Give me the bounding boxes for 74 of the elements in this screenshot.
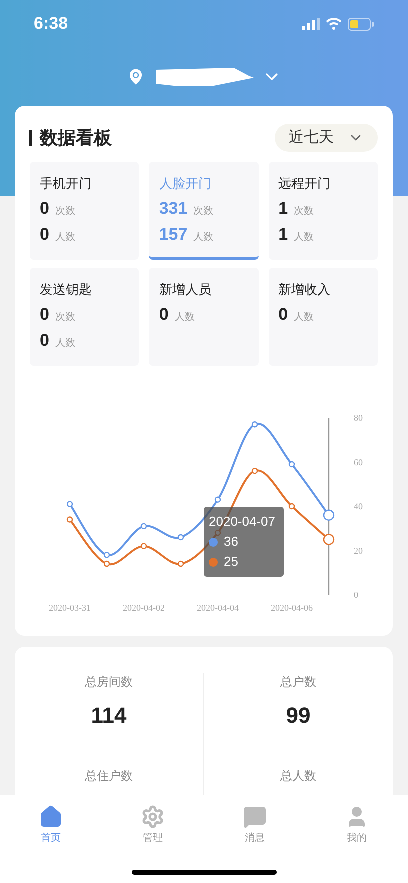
stat-unit: 次数: [55, 310, 76, 324]
highlight-point: [323, 534, 335, 546]
stat-tile[interactable]: 手机开门 0 次数 0 人数: [30, 162, 140, 260]
x-tick-label: 2020-04-06: [271, 603, 313, 613]
chat-bubble-icon: [243, 805, 267, 829]
stat-unit: 人数: [55, 230, 76, 244]
data-point: [104, 560, 110, 568]
stat-unit: 人数: [194, 230, 214, 244]
tile-label: 远程开门: [278, 175, 332, 193]
stat-value: 1: [278, 198, 288, 220]
stat-unit: 人数: [294, 310, 314, 324]
data-point: [66, 501, 74, 508]
stat-value: 0: [40, 304, 50, 326]
stat-value: 0: [40, 224, 50, 246]
y-tick-label: 20: [354, 546, 363, 556]
data-point: [140, 543, 148, 550]
stat-unit: 人数: [55, 336, 76, 350]
x-tick-label: 2020-04-04: [197, 603, 239, 613]
total-label: 总房间数: [85, 674, 133, 691]
stat-value: 0: [40, 330, 50, 352]
stat-unit: 人数: [294, 230, 314, 244]
stat-unit: 次数: [294, 204, 314, 218]
stat-value: 1: [278, 224, 288, 246]
total-label: 总人数: [280, 768, 316, 785]
stat-value: 331: [159, 198, 188, 220]
data-point: [178, 534, 184, 541]
signal-icon: [302, 18, 320, 30]
stat-unit: 人数: [174, 310, 195, 324]
status-time: 6:38: [34, 13, 68, 36]
data-point: [288, 503, 296, 510]
stat-value: 0: [278, 304, 288, 326]
y-tick-label: 80: [354, 413, 363, 423]
y-tick-label: 40: [354, 502, 363, 512]
tile-label: 新增人员: [159, 281, 212, 299]
tooltip-value: 36: [224, 533, 238, 551]
stat-tile[interactable]: 发送钥匙 0 次数 0 人数: [30, 268, 140, 366]
panel-title: 数据看板: [40, 126, 112, 150]
tooltip-value: 25: [224, 553, 238, 571]
tooltip-date: 2020-04-07: [209, 513, 276, 531]
data-point: [252, 422, 258, 428]
data-point: [288, 461, 296, 468]
data-point: [140, 523, 148, 530]
data-point: [104, 552, 110, 558]
tile-label: 发送钥匙: [40, 281, 93, 299]
highlight-point: [323, 510, 335, 521]
settings-icon: [141, 805, 165, 829]
x-tick-label: 2020-04-02: [123, 603, 165, 613]
stat-unit: 次数: [55, 204, 76, 218]
data-point: [178, 560, 184, 568]
stat-value: 157: [159, 224, 188, 246]
x-tick-label: 2020-03-31: [49, 603, 91, 613]
y-tick-label: 60: [354, 457, 363, 468]
total-label: 总住户数: [85, 768, 133, 785]
stat-tile[interactable]: 新增人员 0 人数: [149, 268, 259, 366]
total-value: 99: [286, 702, 311, 730]
tile-label: 手机开门: [40, 175, 93, 193]
y-tick-label: 0: [354, 590, 358, 600]
stat-tile[interactable]: 新增收入 0 人数: [268, 268, 378, 366]
range-dropdown[interactable]: 近七天: [275, 124, 378, 152]
stat-value: 0: [40, 198, 50, 220]
tile-label: 人脸开门: [159, 175, 212, 193]
data-point: [66, 516, 74, 523]
wifi-icon: [326, 18, 342, 30]
home-icon: [39, 805, 63, 829]
stat-tile[interactable]: 远程开门 1 次数 1 人数: [268, 162, 378, 260]
data-point: [252, 468, 258, 474]
total-value: 114: [91, 702, 127, 730]
data-point: [214, 496, 222, 503]
title-accent-bar: [29, 130, 32, 146]
total-label: 总户数: [280, 674, 316, 691]
stat-unit: 次数: [194, 204, 214, 218]
battery-icon: [348, 18, 374, 30]
stat-value: 0: [159, 304, 169, 326]
tile-label: 新增收入: [278, 281, 332, 299]
